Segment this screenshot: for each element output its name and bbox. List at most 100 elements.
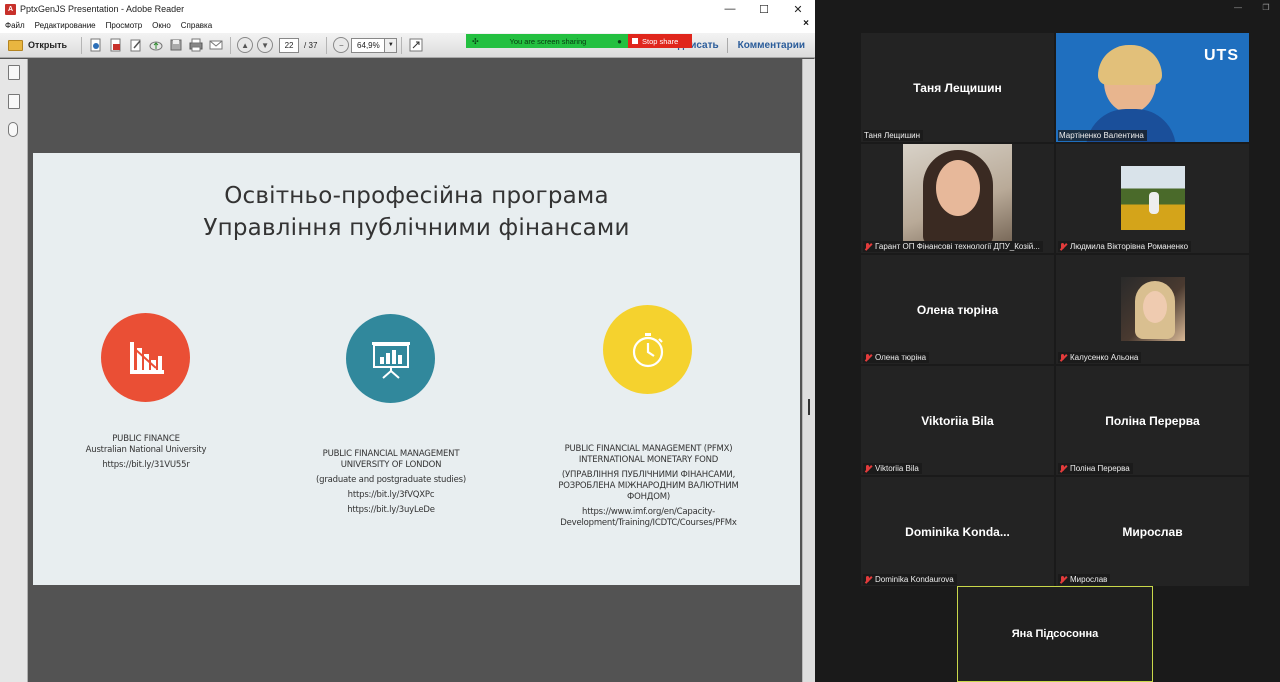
open-button[interactable]: Открыть xyxy=(8,39,67,51)
participant-label-text: Людмила Вікторівна Романенко xyxy=(1070,242,1189,251)
participant-label: Людмила Вікторівна Романенко xyxy=(1058,241,1192,252)
participant-label-text: Поліна Перерва xyxy=(1070,464,1130,473)
participant-label: Калусенко Альона xyxy=(1058,352,1142,363)
muted-mic-icon xyxy=(1059,575,1066,584)
bookmarks-icon[interactable] xyxy=(8,94,20,109)
attachments-icon[interactable] xyxy=(8,122,18,137)
menu-help[interactable]: Справка xyxy=(176,21,217,30)
email-icon[interactable] xyxy=(208,37,224,53)
menu-view[interactable]: Просмотр xyxy=(101,21,148,30)
participant-label: Мирослав xyxy=(1058,574,1111,585)
participant-label: Гарант ОП Фінансові технології ДПУ_Козій… xyxy=(863,241,1043,252)
create-pdf-icon[interactable] xyxy=(88,37,104,53)
course-link[interactable]: https://www.imf.org/en/Capacity- xyxy=(536,507,761,518)
menu-window[interactable]: Окно xyxy=(147,21,176,30)
slide-title-line-1: Освітньо-професійна програма xyxy=(224,183,609,209)
page-total: / 37 xyxy=(304,40,318,50)
participant-name: Dominika Konda... xyxy=(905,524,1010,539)
zoom-out-icon[interactable]: − xyxy=(333,37,350,53)
course-pfmx-imf: PUBLIC FINANCIAL MANAGEMENT (PFMX) INTER… xyxy=(536,444,761,529)
course-provider: Australian National University xyxy=(85,445,207,455)
participant-label: Мартіненко Валентина xyxy=(1058,130,1147,141)
window-title: PptxGenJS Presentation - Adobe Reader xyxy=(20,4,185,14)
print-icon[interactable] xyxy=(188,37,204,53)
export-pdf-icon[interactable] xyxy=(108,37,124,53)
course-link[interactable]: https://bit.ly/3uyLeDe xyxy=(291,505,491,516)
minimize-button[interactable]: — xyxy=(713,0,747,18)
participant-tile[interactable]: Людмила Вікторівна Романенко xyxy=(1056,144,1249,253)
participant-tile[interactable]: Поліна Перерва Поліна Перерва xyxy=(1056,366,1249,475)
course-note: (graduate and postgraduate studies) xyxy=(316,475,466,485)
stop-share-button[interactable]: Stop share xyxy=(628,34,692,48)
course-link[interactable]: https://bit.ly/31VU55r xyxy=(56,460,236,471)
course-link[interactable]: Development/Training/ICDTC/Courses/PFMx xyxy=(536,518,761,529)
participant-tile[interactable]: Dominika Konda... Dominika Kondaurova xyxy=(861,477,1054,586)
course-note: ФОНДОМ) xyxy=(627,492,670,502)
participant-tile[interactable]: Мирослав Мирослав xyxy=(1056,477,1249,586)
save-icon[interactable] xyxy=(168,37,184,53)
page-thumbnails-icon[interactable] xyxy=(8,65,20,80)
participant-tile[interactable]: Калусенко Альона xyxy=(1056,255,1249,364)
university-logo: UTS xyxy=(1204,47,1239,64)
muted-mic-icon xyxy=(1059,353,1066,362)
previous-page-icon[interactable]: ▲ xyxy=(237,37,254,53)
fit-page-icon[interactable] xyxy=(408,37,424,53)
zoom-input[interactable]: 64,9% xyxy=(351,37,386,53)
participant-label-text: Dominika Kondaurova xyxy=(875,575,954,584)
shield-icon: ● xyxy=(617,36,622,46)
course-note: РОЗРОБЛЕНА МІЖНАРОДНИМ ВАЛЮТНИМ xyxy=(558,481,739,491)
stop-share-label: Stop share xyxy=(642,36,679,46)
title-bar: A PptxGenJS Presentation - Adobe Reader … xyxy=(0,0,815,18)
comments-tool[interactable]: Комментарии xyxy=(738,40,805,51)
page-number-input[interactable]: 22 xyxy=(279,37,300,53)
screen-sharing-banner[interactable]: ✣ You are screen sharing ● xyxy=(466,34,628,48)
video-gallery: — ❐ Таня Лещишин Таня Лещишин UTS Мартін… xyxy=(816,0,1280,682)
course-provider: UNIVERSITY OF LONDON xyxy=(340,460,442,470)
menu-file[interactable]: Файл xyxy=(0,21,30,30)
course-provider: INTERNATIONAL MONETARY FOND xyxy=(578,455,719,465)
muted-mic-icon xyxy=(1059,242,1066,251)
course-link[interactable]: https://bit.ly/3fVQXPc xyxy=(291,490,491,501)
participant-tile[interactable]: Олена тюріна Олена тюріна xyxy=(861,255,1054,364)
participant-face xyxy=(1143,291,1167,323)
menu-edit[interactable]: Редактирование xyxy=(30,21,101,30)
upload-icon[interactable] xyxy=(148,37,164,53)
participant-label-text: Мирослав xyxy=(1070,575,1108,584)
maximize-button[interactable]: ☐ xyxy=(747,0,781,18)
course-pfm-london: PUBLIC FINANCIAL MANAGEMENT UNIVERSITY O… xyxy=(291,449,491,516)
minimize-button[interactable]: — xyxy=(1224,0,1252,14)
participant-tile[interactable]: Таня Лещишин Таня Лещишин xyxy=(861,33,1054,142)
presentation-board-icon xyxy=(346,314,435,403)
participant-tile[interactable]: UTS Мартіненко Валентина xyxy=(1056,33,1249,142)
close-button[interactable]: ✕ xyxy=(781,0,815,18)
next-page-icon[interactable]: ▼ xyxy=(257,37,274,53)
participant-name: Таня Лещишин xyxy=(913,80,1002,95)
muted-mic-icon xyxy=(1059,464,1066,473)
participant-video: UTS xyxy=(1056,33,1249,142)
participant-video xyxy=(1121,277,1185,341)
edit-icon[interactable] xyxy=(128,37,144,53)
drag-icon: ✣ xyxy=(472,36,479,46)
active-speaker-tile[interactable]: Яна Підсосонна xyxy=(957,586,1153,682)
stopwatch-icon xyxy=(603,305,692,394)
zoom-dropdown-icon[interactable]: ▼ xyxy=(385,37,398,53)
folder-icon xyxy=(8,39,23,51)
document-close-button[interactable]: × xyxy=(803,18,809,29)
participant-video xyxy=(903,144,1012,241)
scrollbar-grip[interactable] xyxy=(808,399,810,415)
toolbar: Открыть ▲ ▼ 22 / 37 − 64,9% ▼ одписать К… xyxy=(0,33,815,58)
course-note: (УПРАВЛІННЯ ПУБЛІЧНИМИ ФІНАНСАМИ, xyxy=(561,470,736,480)
participant-tile[interactable]: Гарант ОП Фінансові технології ДПУ_Козій… xyxy=(861,144,1054,253)
participant-label-text: Гарант ОП Фінансові технології ДПУ_Козій… xyxy=(875,242,1040,251)
muted-mic-icon xyxy=(864,575,871,584)
course-heading: PUBLIC FINANCIAL MANAGEMENT (PFMX) xyxy=(564,444,733,454)
toolbar-divider xyxy=(726,38,728,53)
participant-tile[interactable]: Viktoriia Bila Viktoriia Bila xyxy=(861,366,1054,475)
vertical-scrollbar[interactable] xyxy=(802,59,815,682)
participant-name: Viktoriia Bila xyxy=(921,413,994,428)
muted-mic-icon xyxy=(864,353,871,362)
toolbar-divider xyxy=(401,36,403,54)
restore-button[interactable]: ❐ xyxy=(1252,0,1280,14)
participant-label-text: Калусенко Альона xyxy=(1070,353,1139,362)
stop-icon xyxy=(632,38,638,44)
